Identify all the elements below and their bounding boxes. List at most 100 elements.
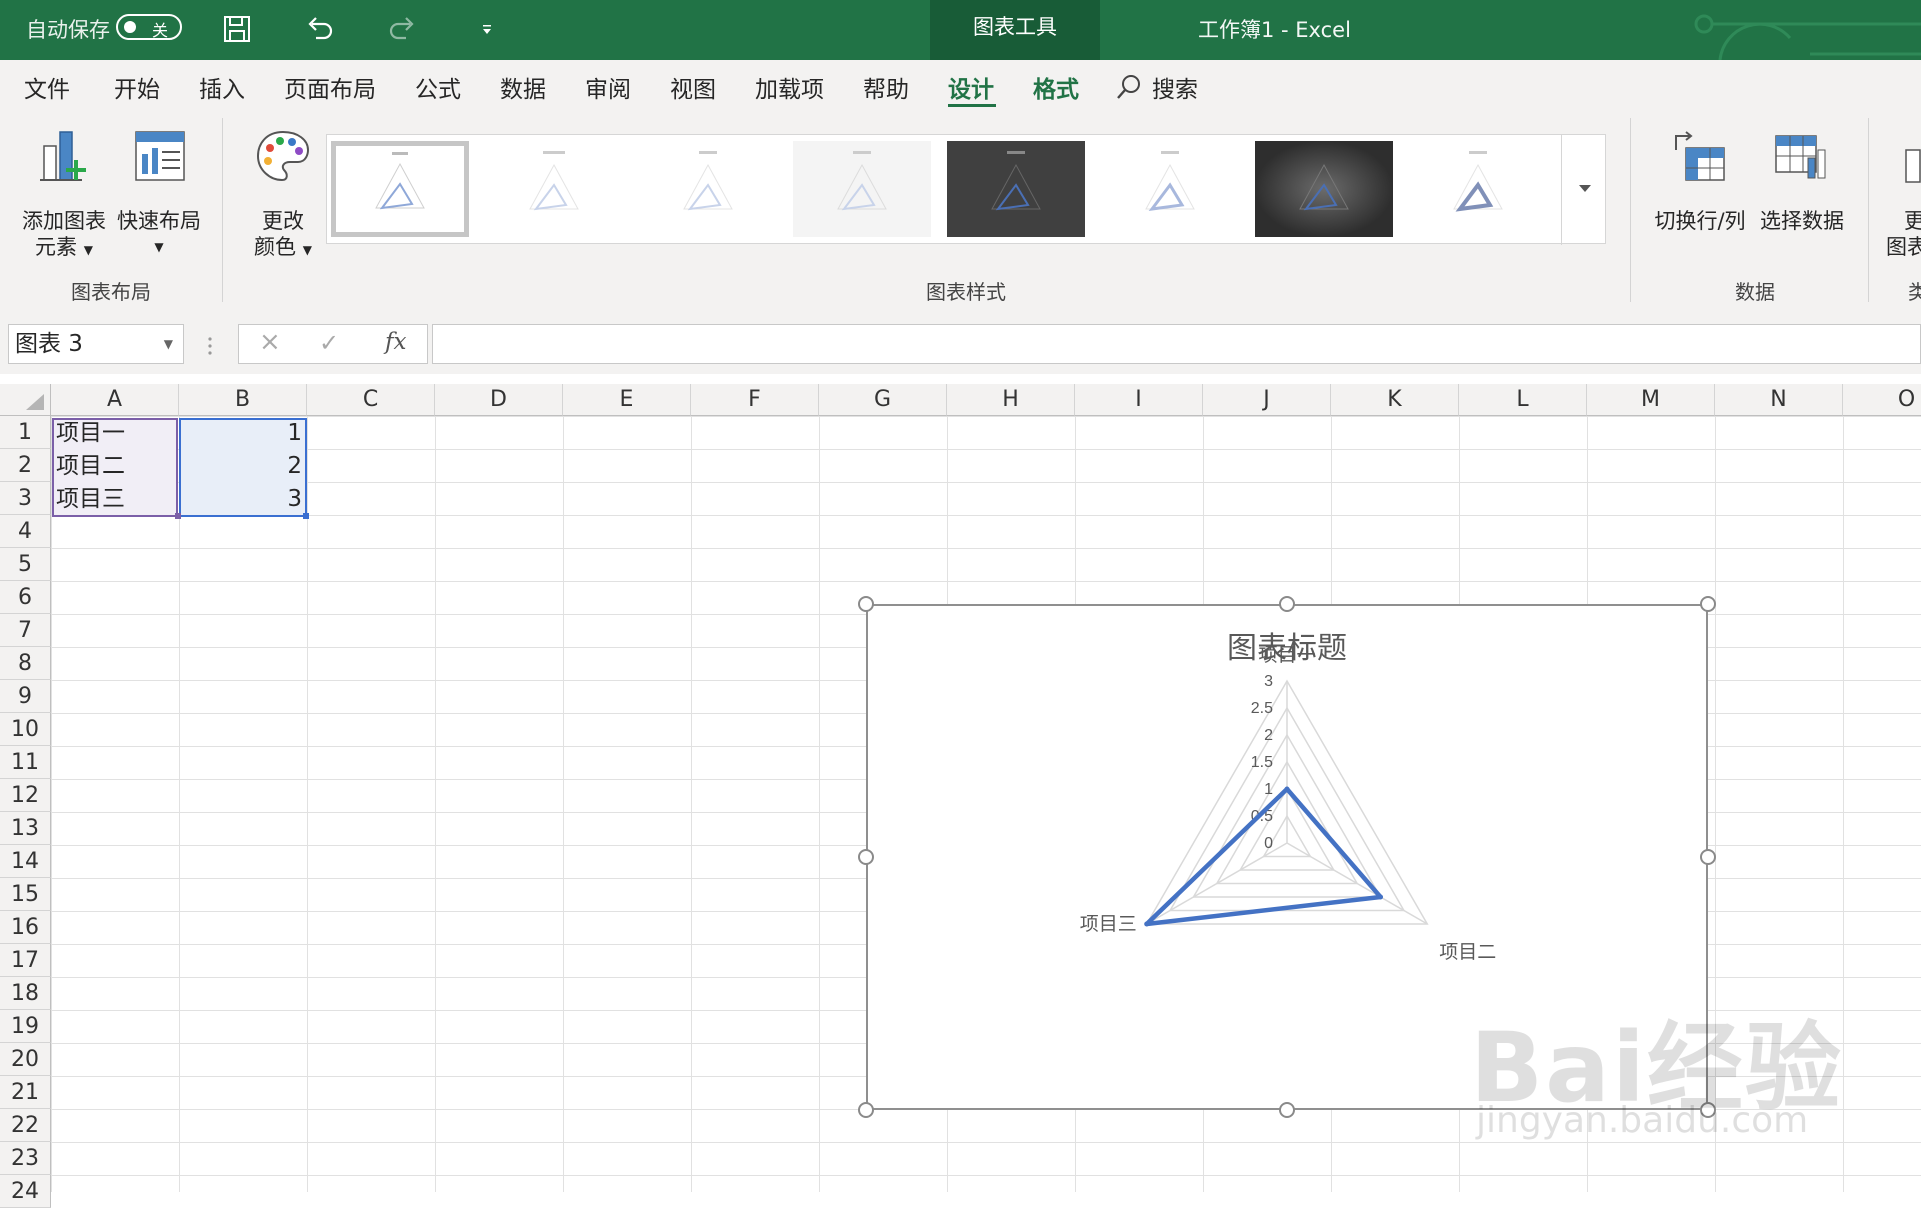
row-header-23[interactable]: 23 (0, 1142, 51, 1175)
insert-function-icon[interactable]: fx (385, 329, 406, 355)
redo-icon[interactable] (386, 12, 420, 46)
column-header-A[interactable]: A (51, 384, 179, 416)
row-header-13[interactable]: 13 (0, 812, 51, 845)
row-header-8[interactable]: 8 (0, 647, 51, 680)
row-header-11[interactable]: 11 (0, 746, 51, 779)
radar-data-point[interactable] (1144, 921, 1150, 927)
resize-handle-top-left[interactable] (858, 596, 874, 612)
tab-page-layout[interactable]: 页面布局 (284, 70, 376, 104)
column-header-K[interactable]: K (1331, 384, 1459, 416)
row-header-2[interactable]: 2 (0, 449, 51, 482)
watermark-url: jingyan.baidu.com (1476, 1100, 1809, 1141)
search-label[interactable]: 搜索 (1152, 70, 1198, 104)
column-header-D[interactable]: D (435, 384, 563, 416)
select-data-button[interactable]: 选择数据 (1752, 128, 1852, 248)
change-colors-button[interactable]: 更改 颜色 ▼ (240, 128, 326, 268)
row-header-4[interactable]: 4 (0, 515, 51, 548)
change-chart-type-button[interactable]: 更 图表 (1882, 128, 1921, 268)
gallery-more-button[interactable] (1561, 135, 1607, 245)
chart-style-7[interactable] (1255, 141, 1393, 237)
row-header-3[interactable]: 3 (0, 482, 51, 515)
resize-handle-bottom[interactable] (1279, 1102, 1295, 1118)
resize-handle-left[interactable] (858, 849, 874, 865)
chart-style-4[interactable] (793, 141, 931, 237)
chevron-down-icon[interactable]: ▼ (164, 325, 173, 363)
column-header-G[interactable]: G (819, 384, 947, 416)
row-header-18[interactable]: 18 (0, 977, 51, 1010)
row-header-20[interactable]: 20 (0, 1043, 51, 1076)
cell-A2[interactable]: 项目二 (56, 450, 125, 483)
row-header-22[interactable]: 22 (0, 1109, 51, 1142)
chart-style-6[interactable] (1101, 141, 1239, 237)
chart-style-2[interactable] (485, 141, 623, 237)
row-header-5[interactable]: 5 (0, 548, 51, 581)
add-chart-element-button[interactable]: 添加图表 元素 ▼ (16, 128, 112, 268)
enter-icon[interactable]: ✓ (319, 329, 339, 357)
undo-icon[interactable] (302, 12, 336, 46)
chart-style-8[interactable] (1409, 141, 1547, 237)
column-header-O[interactable]: O (1843, 384, 1921, 416)
tab-review[interactable]: 审阅 (585, 70, 631, 104)
row-header-16[interactable]: 16 (0, 911, 51, 944)
cell-A1[interactable]: 项目一 (56, 417, 125, 450)
row-header-15[interactable]: 15 (0, 878, 51, 911)
tab-home[interactable]: 开始 (114, 70, 160, 104)
row-header-7[interactable]: 7 (0, 614, 51, 647)
radar-tick-label: 2 (1264, 727, 1273, 744)
column-header-F[interactable]: F (691, 384, 819, 416)
cancel-icon[interactable]: × (259, 327, 281, 357)
row-header-19[interactable]: 19 (0, 1010, 51, 1043)
row-header-6[interactable]: 6 (0, 581, 51, 614)
resize-handle-bottom-left[interactable] (858, 1102, 874, 1118)
switch-row-column-button[interactable]: 切换行/列 (1650, 128, 1750, 248)
chart-style-1[interactable] (331, 141, 469, 237)
column-header-L[interactable]: L (1459, 384, 1587, 416)
tab-file[interactable]: 文件 (24, 70, 70, 104)
tab-insert[interactable]: 插入 (199, 70, 245, 104)
quick-layout-button[interactable]: 快速布局 ▼ (114, 128, 204, 268)
search-icon[interactable] (1114, 72, 1144, 102)
row-header-17[interactable]: 17 (0, 944, 51, 977)
column-header-C[interactable]: C (307, 384, 435, 416)
tab-design[interactable]: 设计 (948, 70, 994, 104)
cell-B1[interactable]: 1 (180, 417, 302, 450)
radar-data-point[interactable] (1378, 894, 1384, 900)
column-header-N[interactable]: N (1715, 384, 1843, 416)
resize-handle-top[interactable] (1279, 596, 1295, 612)
radar-data-point[interactable] (1284, 786, 1290, 792)
save-icon[interactable] (220, 12, 254, 46)
column-header-E[interactable]: E (563, 384, 691, 416)
formula-input[interactable] (432, 324, 1921, 364)
cell-B3[interactable]: 3 (180, 483, 302, 516)
tab-formulas[interactable]: 公式 (415, 70, 461, 104)
cell-A3[interactable]: 项目三 (56, 483, 125, 516)
row-header-14[interactable]: 14 (0, 845, 51, 878)
column-header-J[interactable]: J (1203, 384, 1331, 416)
resize-handle-top-right[interactable] (1700, 596, 1716, 612)
tab-help[interactable]: 帮助 (863, 70, 909, 104)
chart-title[interactable]: 图表标题 (1227, 632, 1347, 665)
row-header-9[interactable]: 9 (0, 680, 51, 713)
range-handle[interactable] (303, 513, 309, 519)
resize-handle-right[interactable] (1700, 849, 1716, 865)
tab-data[interactable]: 数据 (500, 70, 546, 104)
cell-B2[interactable]: 2 (180, 450, 302, 483)
chart-tools-label: 图表工具 (930, 0, 1100, 60)
tab-addins[interactable]: 加载项 (755, 70, 824, 104)
column-header-I[interactable]: I (1075, 384, 1203, 416)
row-header-1[interactable]: 1 (0, 416, 51, 449)
row-header-10[interactable]: 10 (0, 713, 51, 746)
chart-style-3[interactable] (639, 141, 777, 237)
column-header-H[interactable]: H (947, 384, 1075, 416)
tab-format[interactable]: 格式 (1033, 70, 1079, 104)
column-header-M[interactable]: M (1587, 384, 1715, 416)
tab-view[interactable]: 视图 (670, 70, 716, 104)
customize-qat-icon[interactable] (470, 12, 504, 46)
row-header-21[interactable]: 21 (0, 1076, 51, 1109)
autosave-toggle[interactable]: 关 (116, 14, 182, 40)
select-all-button[interactable] (0, 384, 51, 416)
row-header-12[interactable]: 12 (0, 779, 51, 812)
name-box[interactable]: 图表 3 ▼ (8, 324, 184, 364)
column-header-B[interactable]: B (179, 384, 307, 416)
chart-style-5[interactable] (947, 141, 1085, 237)
